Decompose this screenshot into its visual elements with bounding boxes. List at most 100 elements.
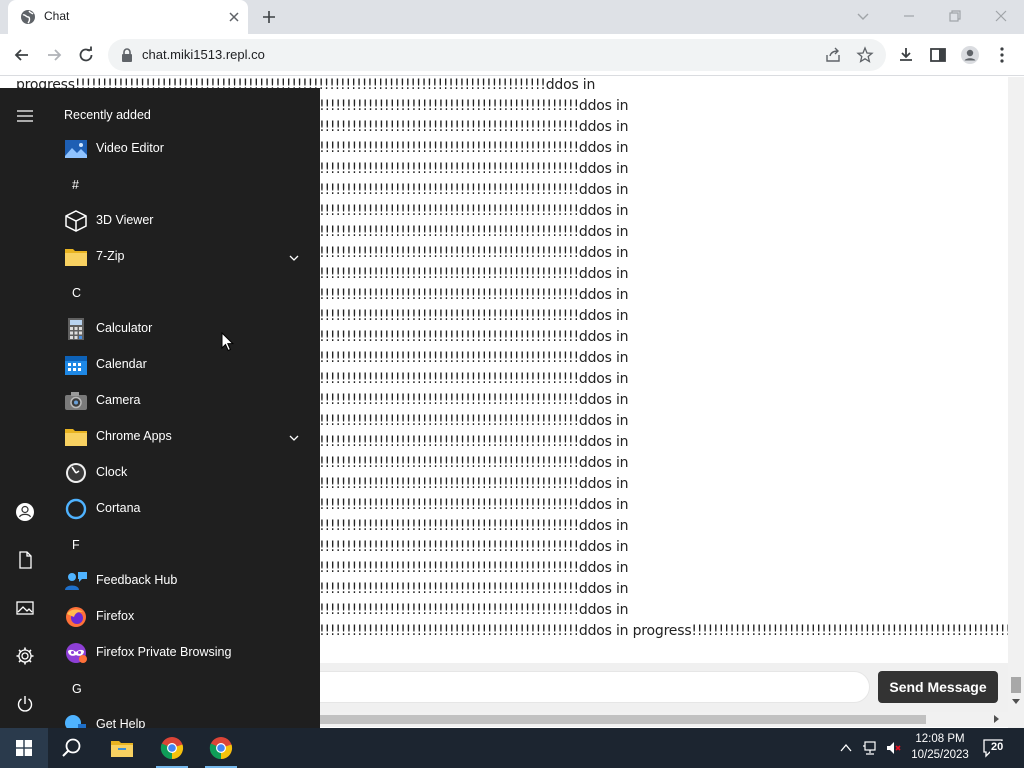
start-app-cortana[interactable]: Cortana xyxy=(50,491,312,527)
get-help-icon xyxy=(64,714,88,728)
cube-icon xyxy=(64,210,88,232)
app-name: 3D Viewer xyxy=(96,213,154,227)
firefox-icon xyxy=(64,606,88,628)
url-text: chat.miki1513.repl.co xyxy=(142,47,265,62)
bookmark-star-icon[interactable] xyxy=(856,46,874,64)
system-clock[interactable]: 12:08 PM 10/25/2023 xyxy=(906,731,974,763)
camera-icon xyxy=(64,390,88,412)
taskbar: 12:08 PM 10/25/2023 20 xyxy=(0,728,1024,768)
app-name: Clock xyxy=(96,465,128,479)
hamburger-menu-icon[interactable] xyxy=(15,106,35,126)
firefox-private-icon xyxy=(64,642,88,664)
clock-time: 12:08 PM xyxy=(915,733,965,745)
start-app-chrome-apps[interactable]: Chrome Apps xyxy=(50,419,312,455)
new-tab-icon[interactable] xyxy=(260,8,278,26)
start-rail xyxy=(0,88,50,728)
taskbar-chrome-2[interactable] xyxy=(197,728,245,768)
folder-icon xyxy=(64,426,88,448)
kebab-menu-icon[interactable] xyxy=(992,45,1012,65)
tab-strip: Chat xyxy=(0,0,1024,34)
user-account-icon[interactable] xyxy=(15,502,35,522)
letter-heading[interactable]: F xyxy=(72,538,80,552)
calendar-icon xyxy=(64,354,88,376)
tab-search-icon[interactable] xyxy=(854,7,872,25)
restore-icon[interactable] xyxy=(946,7,964,25)
start-app-video-editor[interactable]: Video Editor xyxy=(50,131,312,167)
forward-icon[interactable] xyxy=(44,45,64,65)
documents-icon[interactable] xyxy=(15,550,35,570)
letter-heading[interactable]: # xyxy=(72,178,79,192)
address-bar[interactable]: chat.miki1513.repl.co xyxy=(108,39,886,71)
app-name: Feedback Hub xyxy=(96,573,178,587)
side-panel-icon[interactable] xyxy=(928,45,948,65)
close-tab-icon[interactable] xyxy=(226,9,242,25)
start-button[interactable] xyxy=(0,728,48,768)
clock-icon xyxy=(64,462,88,484)
chrome-icon xyxy=(160,737,184,760)
start-app-get-help[interactable]: Get Help xyxy=(50,707,312,728)
feedback-hub-icon xyxy=(64,570,88,592)
browser-toolbar: chat.miki1513.repl.co xyxy=(0,34,1024,76)
share-icon[interactable] xyxy=(824,46,842,64)
download-icon[interactable] xyxy=(896,45,916,65)
chevron-down-icon[interactable] xyxy=(288,431,300,443)
vertical-scroll-thumb[interactable] xyxy=(1011,677,1021,693)
start-app-7-zip[interactable]: 7-Zip xyxy=(50,239,312,275)
globe-icon xyxy=(21,10,35,24)
taskbar-search[interactable] xyxy=(48,728,96,768)
horizontal-scroll-thumb[interactable] xyxy=(320,715,926,724)
settings-gear-icon[interactable] xyxy=(15,646,35,666)
scroll-down-arrow-icon[interactable] xyxy=(1012,699,1020,704)
start-app-clock[interactable]: Clock xyxy=(50,455,312,491)
start-app-3d-viewer[interactable]: 3D Viewer xyxy=(50,203,312,239)
tab-chat[interactable]: Chat xyxy=(8,0,248,34)
vertical-scrollbar[interactable] xyxy=(1008,77,1024,728)
recently-added-heading: Recently added xyxy=(64,108,151,122)
app-name: 7-Zip xyxy=(96,249,125,263)
tray-chevron-up-icon[interactable] xyxy=(838,740,854,756)
app-name: Get Help xyxy=(96,717,146,728)
app-list: Recently added Video Editor #3D Viewer 7-Z… xyxy=(50,88,320,728)
search-icon xyxy=(62,738,81,757)
tab-title: Chat xyxy=(44,9,70,23)
app-name: Firefox Private Browsing xyxy=(96,645,232,659)
cortana-icon xyxy=(64,498,88,520)
notification-count-badge: 20 xyxy=(990,741,1005,753)
letter-heading[interactable]: G xyxy=(72,682,82,696)
file-explorer-icon xyxy=(111,741,133,757)
taskbar-file-explorer[interactable] xyxy=(98,728,146,768)
app-name: Calculator xyxy=(96,321,153,335)
start-app-camera[interactable]: Camera xyxy=(50,383,312,419)
mouse-cursor-icon xyxy=(221,332,235,352)
folder-icon xyxy=(64,246,88,268)
taskbar-chrome-1[interactable] xyxy=(148,728,196,768)
scroll-right-arrow-icon[interactable] xyxy=(994,715,999,723)
app-name: Cortana xyxy=(96,501,141,515)
start-app-feedback-hub[interactable]: Feedback Hub xyxy=(50,563,312,599)
start-app-firefox[interactable]: Firefox xyxy=(50,599,312,635)
letter-heading[interactable]: C xyxy=(72,286,81,300)
volume-muted-icon[interactable] xyxy=(886,740,902,756)
app-name: Chrome Apps xyxy=(96,429,172,443)
pictures-icon[interactable] xyxy=(15,598,35,618)
start-app-calculator[interactable]: Calculator xyxy=(50,311,312,347)
chrome-icon xyxy=(209,737,233,760)
profile-avatar-icon[interactable] xyxy=(960,45,980,65)
back-icon[interactable] xyxy=(12,45,32,65)
minimize-icon[interactable] xyxy=(900,7,918,25)
chevron-down-icon[interactable] xyxy=(288,251,300,263)
app-name: Firefox xyxy=(96,609,135,623)
start-menu: Recently added Video Editor #3D Viewer 7-Z… xyxy=(0,88,320,728)
start-app-firefox-private-browsing[interactable]: Firefox Private Browsing xyxy=(50,635,312,671)
start-app-calendar[interactable]: Calendar xyxy=(50,347,312,383)
app-name: Camera xyxy=(96,393,141,407)
app-name: Video Editor xyxy=(96,141,164,155)
lock-icon[interactable] xyxy=(120,47,134,63)
clock-date: 10/25/2023 xyxy=(911,749,969,761)
reload-icon[interactable] xyxy=(76,45,96,65)
close-window-icon[interactable] xyxy=(992,7,1010,25)
send-message-button[interactable]: Send Message xyxy=(878,671,998,703)
power-icon[interactable] xyxy=(15,694,35,714)
network-icon[interactable] xyxy=(862,740,878,756)
windows-logo-icon xyxy=(16,740,32,756)
